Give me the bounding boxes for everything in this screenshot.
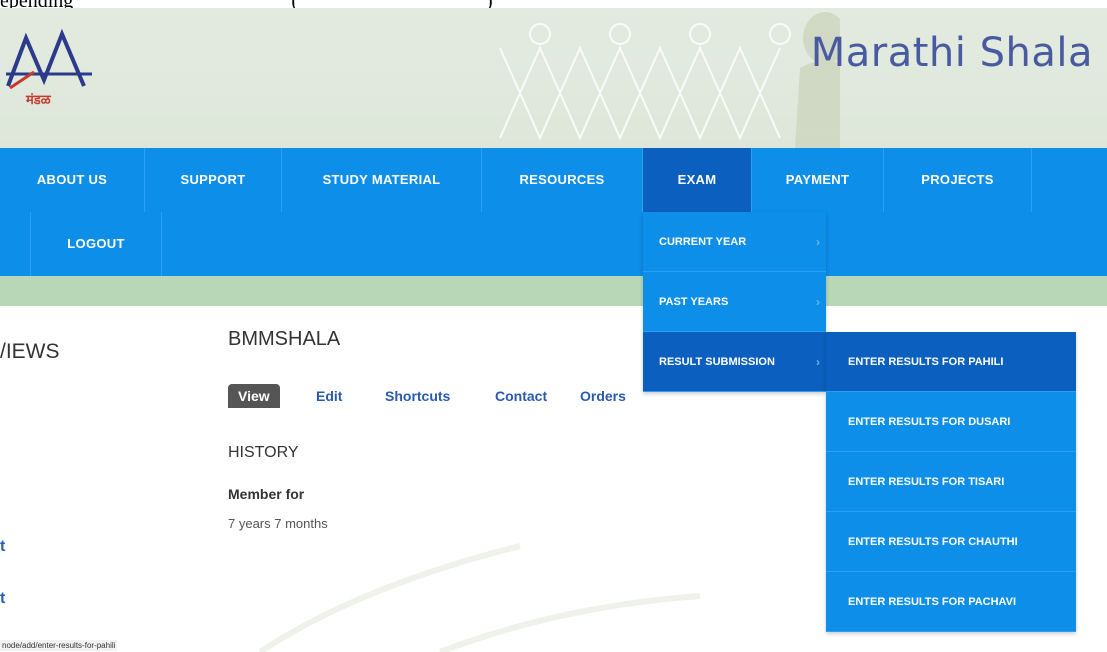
exam-dropdown-menu: CURRENT YEAR › PAST YEARS › RESULT SUBMI… [643, 212, 826, 392]
nav-logout[interactable]: LOGOUT [30, 212, 162, 276]
menu-item-result-submission[interactable]: RESULT SUBMISSION › [643, 332, 826, 392]
sidebar-link-1[interactable]: t [0, 538, 5, 556]
logo-text: मंडळ [25, 92, 52, 106]
site-logo[interactable]: मंडळ [4, 24, 94, 106]
site-name[interactable]: Marathi Shala [811, 30, 1093, 76]
submenu-item-dusari[interactable]: ENTER RESULTS FOR DUSARI [826, 392, 1076, 452]
chevron-right-icon: › [816, 355, 820, 369]
menu-item-label: RESULT SUBMISSION [659, 356, 775, 368]
nav-study-material[interactable]: STUDY MATERIAL [282, 148, 482, 212]
chevron-right-icon: › [816, 235, 820, 249]
nav-payment[interactable]: PAYMENT [752, 148, 884, 212]
nav-exam[interactable]: EXAM [643, 148, 752, 212]
history-heading: HISTORY [228, 444, 299, 461]
nav-projects[interactable]: PROJECTS [884, 148, 1032, 212]
menu-item-current-year[interactable]: CURRENT YEAR › [643, 212, 826, 272]
chevron-right-icon: › [816, 295, 820, 309]
member-for-value: 7 years 7 months [228, 516, 328, 531]
status-bar-url: node/add/enter-results-for-pahili [0, 640, 118, 651]
submenu-item-chauthi[interactable]: ENTER RESULTS FOR CHAUTHI [826, 512, 1076, 572]
tab-contact[interactable]: Contact [495, 384, 547, 408]
main-nav: ABOUT US SUPPORT STUDY MATERIAL RESOURCE… [0, 148, 1107, 276]
submenu-item-pahili[interactable]: ENTER RESULTS FOR PAHILI [826, 332, 1076, 392]
submenu-item-tisari[interactable]: ENTER RESULTS FOR TISARI [826, 452, 1076, 512]
green-band [0, 276, 1107, 306]
nav-resources[interactable]: RESOURCES [482, 148, 643, 212]
result-submission-submenu: ENTER RESULTS FOR PAHILI ENTER RESULTS F… [826, 332, 1076, 632]
sidebar-link-2[interactable]: t [0, 590, 5, 608]
menu-item-label: CURRENT YEAR [659, 236, 747, 248]
nav-row-2: LOGOUT [0, 212, 1107, 276]
menu-item-label: PAST YEARS [659, 296, 729, 308]
member-for-label: Member for [228, 486, 305, 502]
tab-view[interactable]: View [228, 384, 280, 408]
menu-item-past-years[interactable]: PAST YEARS › [643, 272, 826, 332]
nav-about-us[interactable]: ABOUT US [0, 148, 145, 212]
page-title: BMMSHALA [228, 328, 341, 350]
nav-support[interactable]: SUPPORT [145, 148, 282, 212]
site-header: मंडळ Marathi Shala [0, 8, 1107, 148]
top-strip: epending() [0, 0, 1107, 12]
tab-edit[interactable]: Edit [316, 384, 342, 408]
header-pattern-art [499, 12, 840, 148]
submenu-item-pachavi[interactable]: ENTER RESULTS FOR PACHAVI [826, 572, 1076, 632]
tab-shortcuts[interactable]: Shortcuts [385, 384, 450, 408]
tab-orders[interactable]: Orders [580, 384, 626, 408]
sidebar-heading: /IEWS [0, 340, 60, 363]
